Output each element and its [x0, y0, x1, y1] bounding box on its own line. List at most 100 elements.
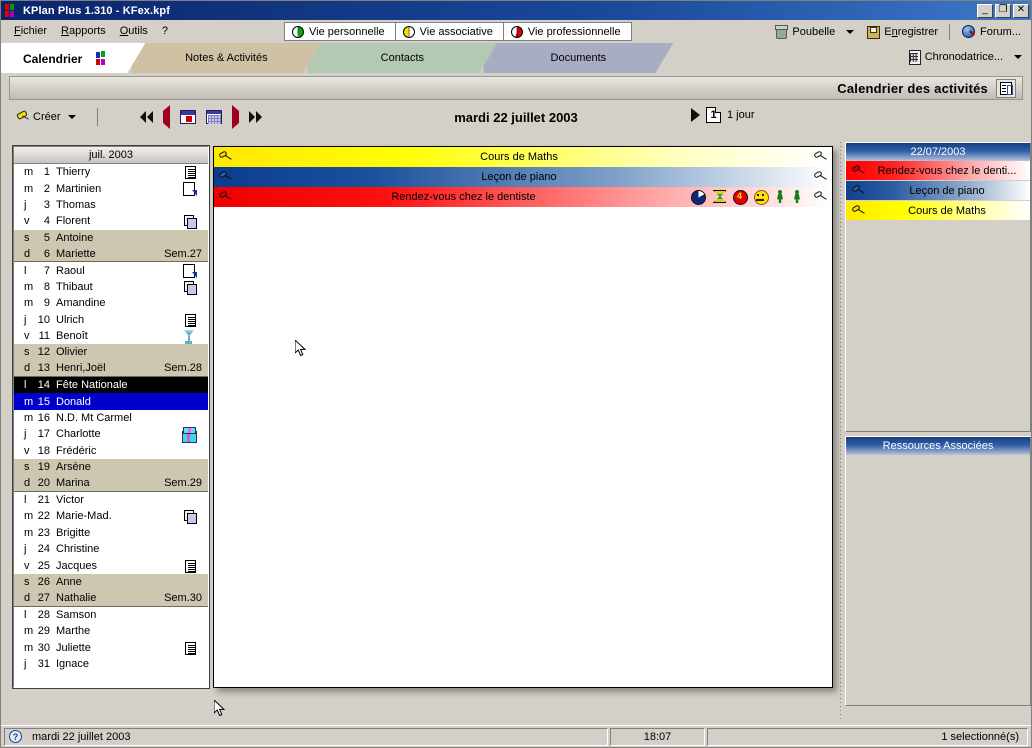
day-list-row[interactable]: m 15 Donald [14, 393, 208, 410]
day-list-row[interactable]: m 22 Marie-Mad. [14, 508, 208, 525]
menu-fichier[interactable]: FFichierichier [7, 23, 54, 39]
creer-button[interactable]: Créer [9, 108, 85, 126]
day-list-row[interactable]: j 31 Ignace [14, 656, 208, 672]
day-list-row[interactable]: l 21 Victor [14, 492, 208, 508]
vie-professionnelle-button[interactable]: Vie professionnelle [503, 23, 631, 40]
note-icon[interactable] [180, 165, 198, 180]
hourglass-icon[interactable] [712, 190, 726, 204]
status-selection-label: 1 selectionné(s) [941, 730, 1019, 743]
last-month-button[interactable] [248, 111, 262, 123]
copy-arrow-icon[interactable] [180, 263, 198, 278]
copy-icon[interactable] [180, 214, 198, 230]
forum-icon [961, 24, 976, 39]
day-list-row[interactable]: s 5 Antoine [14, 229, 208, 246]
day-list-row[interactable]: v 18 Frédéric [14, 443, 208, 459]
day-list-row[interactable]: v 4 Florent [14, 213, 208, 230]
day-list-row[interactable]: j 10 Ulrich [14, 312, 208, 328]
day-list-row[interactable]: s 12 Olivier [14, 344, 208, 361]
day-list-row[interactable]: j 24 Christine [14, 541, 208, 557]
event-pin-right[interactable] [808, 190, 832, 204]
day-list-row[interactable]: l 14 Fête Nationale [14, 377, 208, 394]
month-day-list[interactable]: juil. 2003 m 1 Thierry m 2 Martinien j 3 Thomas v… [12, 145, 210, 689]
menu-help[interactable]: ? [155, 23, 175, 39]
priority-4-icon[interactable] [733, 190, 748, 205]
restore-button[interactable]: ❐ [995, 3, 1011, 18]
day-list-row[interactable]: v 25 Jacques [14, 557, 208, 573]
tab-calendrier[interactable]: Calendrier [1, 43, 145, 73]
mood-neutral-icon[interactable] [754, 190, 769, 205]
title-bar: KPlan Plus 1.310 - KFex.kpf _ ❐ ✕ [1, 1, 1031, 20]
poubelle-button[interactable]: Poubelle [769, 23, 839, 40]
day-list-row[interactable]: m 29 Marthe [14, 623, 208, 639]
one-page-icon[interactable]: 1 [706, 107, 721, 123]
today-button[interactable] [179, 110, 196, 124]
day-list-row[interactable]: d 20 Marina Sem.29 [14, 475, 208, 492]
day-list-row[interactable]: d 13 Henri,Joël Sem.28 [14, 360, 208, 378]
vertical-splitter[interactable] [838, 142, 842, 719]
note-icon[interactable] [180, 313, 198, 327]
next-day-button[interactable] [231, 105, 239, 129]
day-summary-item[interactable]: Leçon de piano [846, 181, 1030, 200]
day-list-row[interactable]: d 6 Mariette Sem.27 [14, 245, 208, 263]
day-list-row[interactable]: m 9 Amandine [14, 295, 208, 311]
view-options-button[interactable] [996, 79, 1016, 98]
event-pin-left[interactable] [214, 190, 236, 204]
day-summary-item[interactable]: Cours de Maths [846, 201, 1030, 220]
event-pin-right[interactable] [808, 170, 832, 184]
day-list-row[interactable]: m 23 Brigitte [14, 525, 208, 541]
progress-pie-icon[interactable] [691, 190, 706, 205]
vie-associative-button[interactable]: Vie associative [395, 23, 504, 40]
event-pin-right[interactable] [808, 150, 832, 164]
day-event-row[interactable]: Rendez-vous chez le dentiste [214, 187, 832, 207]
event-pin-left[interactable] [214, 170, 236, 184]
day-list-row[interactable]: l 28 Samson [14, 607, 208, 623]
copy-icon[interactable] [180, 280, 198, 295]
person-icon[interactable] [775, 190, 785, 204]
poubelle-dropdown-arrow-icon[interactable] [846, 29, 855, 34]
first-month-button[interactable] [139, 111, 153, 123]
prev-day-button[interactable] [162, 105, 170, 129]
note-icon[interactable] [180, 641, 198, 655]
day-list-row[interactable]: j 3 Thomas [14, 197, 208, 213]
day-list-row[interactable]: m 30 Juliette [14, 639, 208, 655]
tab-documents[interactable]: Documents [483, 43, 673, 73]
day-list-row[interactable]: m 8 Thibaut [14, 279, 208, 295]
day-list-row[interactable]: s 26 Anne [14, 573, 208, 591]
day-list-row[interactable]: v 11 Benoît [14, 328, 208, 344]
day-of-week: m [24, 510, 34, 523]
gift-icon[interactable] [180, 427, 198, 444]
day-list-row[interactable]: l 7 Raoul [14, 262, 208, 278]
day-view-sheet[interactable]: Cours de Maths Leçon de piano Rendez-vous … [213, 146, 833, 688]
menu-rapports[interactable]: Rapports [54, 23, 113, 39]
help-icon[interactable]: ? [9, 730, 22, 743]
menu-outils[interactable]: Outils [113, 23, 155, 39]
creer-dropdown-arrow-icon[interactable] [67, 115, 76, 119]
close-button[interactable]: ✕ [1013, 3, 1029, 18]
tab-notes-activites[interactable]: Notes & Activités [131, 43, 321, 73]
chronodatrice-button[interactable]: Chronodatrice... [902, 48, 1007, 65]
cocktail-icon[interactable] [180, 329, 198, 343]
day-list-row[interactable]: d 27 Nathalie Sem.30 [14, 590, 208, 607]
event-pin-left[interactable] [214, 150, 236, 164]
month-view-button[interactable] [205, 110, 222, 124]
tab-contacts[interactable]: Contacts [307, 43, 497, 73]
day-list-row[interactable]: s 19 Arsène [14, 459, 208, 476]
row-icon-empty [180, 345, 198, 359]
day-event-row[interactable]: Cours de Maths [214, 147, 832, 167]
day-summary-item[interactable]: Rendez-vous chez le denti... [846, 161, 1030, 180]
chronodatrice-dropdown-arrow-icon[interactable] [1014, 54, 1022, 59]
vie-personnelle-button[interactable]: Vie personnelle [285, 23, 396, 40]
play-icon[interactable] [691, 108, 700, 122]
person-icon[interactable] [792, 190, 802, 204]
copy-icon[interactable] [180, 509, 198, 525]
copy-arrow-icon[interactable] [180, 181, 198, 196]
note-icon[interactable] [180, 559, 198, 573]
day-event-row[interactable]: Leçon de piano [214, 167, 832, 187]
minimize-button[interactable]: _ [977, 3, 993, 18]
day-list-row[interactable]: m 1 Thierry [14, 164, 208, 180]
day-list-row[interactable]: m 16 N.D. Mt Carmel [14, 410, 208, 426]
day-list-row[interactable]: m 2 Martinien [14, 180, 208, 196]
enregistrer-button[interactable]: Enregistrer [861, 23, 942, 40]
forum-button[interactable]: Forum... [957, 23, 1025, 40]
day-list-row[interactable]: j 17 Charlotte [14, 426, 208, 444]
